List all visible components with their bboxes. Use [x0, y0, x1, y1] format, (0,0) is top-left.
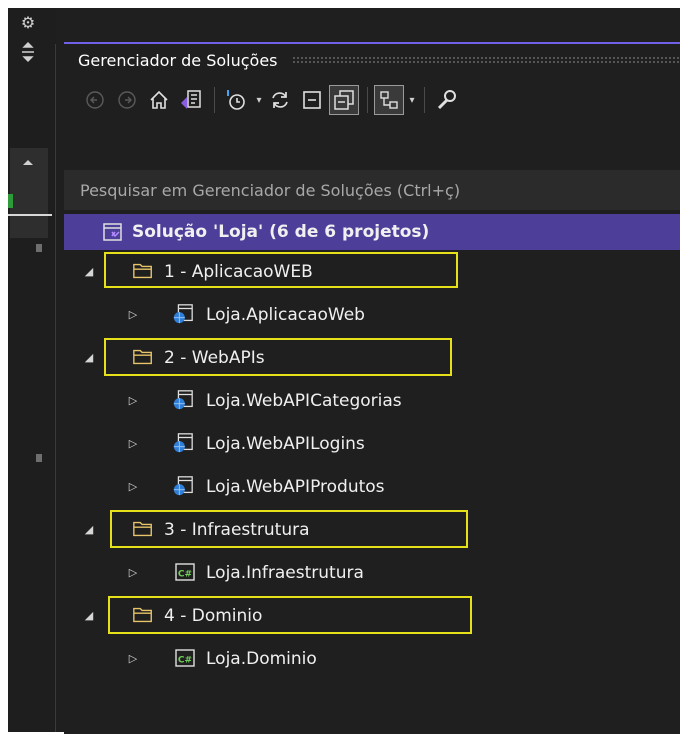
collapsed-caret-icon[interactable]: ▷: [126, 308, 140, 322]
highlight-box: [104, 252, 458, 288]
gutter-divider: [55, 44, 56, 732]
explorer-toolbar: ▾ ▾: [64, 80, 680, 120]
project-node[interactable]: ▷ C# Loja.Infraestrutura: [64, 551, 680, 594]
solution-explorer-panel: Gerenciador de Soluções ▾ ▾ Pesquisar em…: [64, 42, 680, 734]
collapsed-caret-icon[interactable]: ▷: [126, 566, 140, 580]
collapsed-caret-icon[interactable]: ▷: [126, 652, 140, 666]
highlight-box: [104, 338, 452, 376]
scroll-position-line: [8, 214, 52, 216]
svg-text:C#: C#: [178, 656, 192, 666]
scroll-mark: [36, 454, 42, 462]
switch-views-icon[interactable]: [176, 85, 206, 115]
web-project-icon: [173, 433, 193, 453]
project-node[interactable]: ▷ Loja.WebAPILogins: [64, 422, 680, 465]
search-box[interactable]: [64, 170, 680, 210]
panel-title: Gerenciador de Soluções: [78, 50, 278, 70]
scroll-up-arrow-icon[interactable]: [14, 148, 42, 176]
toolbar-separator: [367, 87, 368, 113]
chevron-down-icon[interactable]: ▾: [406, 85, 418, 115]
chevron-down-icon[interactable]: ▾: [253, 85, 265, 115]
project-label: Loja.WebAPILogins: [206, 433, 365, 454]
svg-text:C#: C#: [178, 570, 192, 580]
folder-node[interactable]: ◢ 4 - Dominio: [64, 594, 680, 637]
settings-icon[interactable]: [431, 85, 461, 115]
home-icon[interactable]: [144, 85, 174, 115]
expanded-caret-icon[interactable]: ◢: [82, 351, 96, 365]
collapsed-caret-icon[interactable]: ▷: [126, 437, 140, 451]
solution-node[interactable]: Solução 'Loja' (6 de 6 projetos): [64, 214, 680, 250]
solution-label: Solução 'Loja' (6 de 6 projetos): [132, 222, 430, 242]
split-handle-icon[interactable]: [14, 38, 42, 66]
window-frame: ⚙ Gerenciador de Soluções ▾ ▾ Pesquisar …: [8, 8, 680, 734]
change-marker: [8, 194, 13, 208]
web-project-icon: [173, 390, 193, 410]
titlebar-grip[interactable]: [291, 56, 680, 64]
expanded-caret-icon[interactable]: ◢: [82, 523, 96, 537]
collapsed-caret-icon[interactable]: ▷: [126, 480, 140, 494]
project-node[interactable]: ▷ Loja.AplicacaoWeb: [64, 293, 680, 336]
collapsed-caret-icon[interactable]: ▷: [126, 394, 140, 408]
expanded-caret-icon[interactable]: ◢: [82, 265, 96, 279]
solution-icon: [103, 223, 122, 241]
project-label: Loja.Infraestrutura: [206, 562, 364, 583]
solution-tree: Solução 'Loja' (6 de 6 projetos) ◢ 1 - A…: [64, 214, 680, 680]
properties-icon[interactable]: [374, 85, 404, 115]
project-label: Loja.Dominio: [206, 648, 317, 669]
project-node[interactable]: ▷ Loja.WebAPIProdutos: [64, 465, 680, 508]
csharp-project-icon: C#: [175, 649, 195, 667]
gear-icon[interactable]: ⚙: [14, 8, 42, 36]
collapse-all-icon[interactable]: [297, 85, 327, 115]
left-gutter: ⚙: [8, 8, 56, 732]
pending-changes-filter-icon[interactable]: [221, 85, 251, 115]
folder-node[interactable]: ◢ 2 - WebAPIs: [64, 336, 680, 379]
highlight-box: [108, 596, 472, 634]
forward-icon[interactable]: [112, 85, 142, 115]
back-icon[interactable]: [80, 85, 110, 115]
toolbar-separator: [214, 87, 215, 113]
search-input[interactable]: [78, 179, 662, 201]
project-node[interactable]: ▷ Loja.WebAPICategorias: [64, 379, 680, 422]
web-project-icon: [173, 304, 193, 324]
expanded-caret-icon[interactable]: ◢: [82, 609, 96, 623]
project-label: Loja.AplicacaoWeb: [206, 304, 365, 325]
toolbar-separator: [424, 87, 425, 113]
web-project-icon: [173, 476, 193, 496]
scroll-mark: [36, 244, 42, 252]
project-label: Loja.WebAPIProdutos: [206, 476, 385, 497]
folder-node[interactable]: ◢ 3 - Infraestrutura: [64, 508, 680, 551]
csharp-project-icon: C#: [175, 563, 195, 581]
show-all-files-icon[interactable]: [329, 85, 359, 115]
project-node[interactable]: ▷ C# Loja.Dominio: [64, 637, 680, 680]
highlight-box: [110, 510, 468, 548]
folder-node[interactable]: ◢ 1 - AplicacaoWEB: [64, 250, 680, 293]
project-label: Loja.WebAPICategorias: [206, 390, 402, 411]
panel-titlebar[interactable]: Gerenciador de Soluções: [64, 44, 680, 76]
sync-icon[interactable]: [265, 85, 295, 115]
